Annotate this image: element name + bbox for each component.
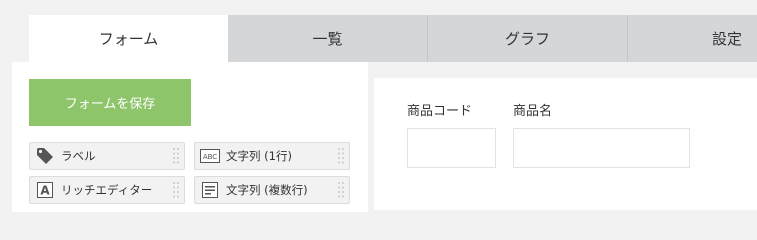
multiline-text-icon: [200, 180, 220, 200]
save-form-button[interactable]: フォームを保存: [29, 79, 191, 126]
tab-settings[interactable]: 設定: [628, 15, 757, 62]
drag-handle-icon[interactable]: [172, 181, 180, 199]
tag-icon: [35, 146, 55, 166]
palette-item-text: 文字列 (1行): [226, 149, 292, 163]
drag-handle-icon[interactable]: [172, 147, 180, 165]
tab-form[interactable]: フォーム: [29, 15, 228, 62]
product-name-input[interactable]: [513, 128, 690, 168]
tab-bar: フォーム 一覧 グラフ 設定: [29, 15, 757, 62]
tab-list[interactable]: 一覧: [228, 15, 428, 62]
svg-text:A: A: [40, 184, 50, 198]
product-code-input[interactable]: [407, 128, 496, 168]
form-canvas: 商品コード 商品名: [374, 78, 757, 210]
product-code-label: 商品コード: [407, 104, 473, 119]
tab-graph[interactable]: グラフ: [428, 15, 628, 62]
abc-textbox-icon: ABC: [200, 146, 220, 166]
palette-item-multi-line-text[interactable]: 文字列 (複数行): [194, 176, 350, 204]
palette-item-text: ラベル: [61, 149, 96, 163]
palette-item-text: リッチエディター: [61, 183, 153, 197]
drag-handle-icon[interactable]: [337, 147, 345, 165]
palette-item-text: 文字列 (複数行): [226, 183, 308, 197]
svg-text:ABC: ABC: [203, 153, 217, 161]
palette-item-label[interactable]: ラベル: [29, 142, 185, 170]
palette-item-single-line-text[interactable]: ABC 文字列 (1行): [194, 142, 350, 170]
product-name-label: 商品名: [513, 104, 553, 119]
palette-item-rich-editor[interactable]: A リッチエディター: [29, 176, 185, 204]
field-palette-panel: フォームを保存 ラベル ABC 文字列 (1行) A リッチエディター 文字列 …: [12, 62, 368, 212]
drag-handle-icon[interactable]: [337, 181, 345, 199]
rich-editor-icon: A: [35, 180, 55, 200]
